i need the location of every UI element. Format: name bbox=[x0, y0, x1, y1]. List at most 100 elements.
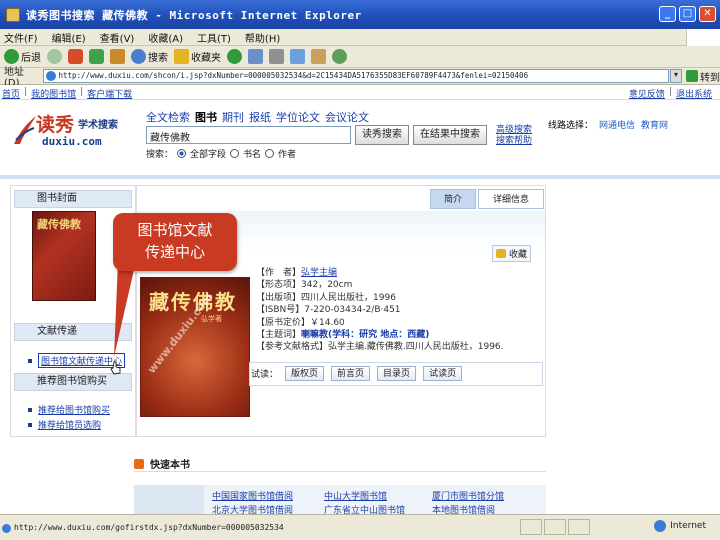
callout-bubble: 图书馆文献 传递中心 bbox=[113, 213, 237, 271]
tab-books[interactable]: 图书 bbox=[195, 109, 217, 125]
recommend-list: 推荐给图书馆购买 推荐给馆员选购 bbox=[28, 403, 110, 431]
menu-edit[interactable]: 编辑(E) bbox=[52, 30, 86, 45]
logo-domain: duxiu.com bbox=[42, 135, 102, 148]
top-nav: 首页 | 我的图书馆 | 客户端下载 意见反馈 | 退出系统 bbox=[0, 85, 720, 100]
library-link[interactable]: 广东省立中山图书馆 bbox=[324, 503, 405, 514]
tab-journals[interactable]: 期刊 bbox=[222, 109, 244, 125]
discuss-button[interactable] bbox=[311, 49, 326, 64]
recommend-purchase-link[interactable]: 推荐给图书馆购买 bbox=[38, 403, 110, 416]
menu-file[interactable]: 文件(F) bbox=[4, 30, 38, 45]
library-link[interactable]: 中山大学图书馆 bbox=[324, 489, 387, 502]
menu-bar: 文件(F) 编辑(E) 查看(V) 收藏(A) 工具(T) 帮助(H) bbox=[0, 29, 720, 46]
scope-author-radio[interactable] bbox=[265, 149, 275, 158]
mail-button[interactable] bbox=[248, 49, 263, 64]
book-metadata: 【作 者】弘学主编 【形态项】342，20cm 【出版项】四川人民出版社，199… bbox=[256, 267, 504, 354]
nav-home-link[interactable]: 首页 bbox=[2, 87, 20, 100]
nav-logout-link[interactable]: 退出系统 bbox=[676, 87, 712, 100]
duxiu-logo[interactable]: 读秀 学术搜索 duxiu.com bbox=[12, 110, 137, 150]
logo-subtitle: 学术搜索 bbox=[78, 120, 118, 131]
search-scope: 搜索： 全部字段 书名 作者 bbox=[146, 147, 296, 160]
tab-detail[interactable]: 详细信息 bbox=[478, 189, 544, 209]
cover-thumbnail[interactable]: 藏传佛教 bbox=[32, 211, 96, 301]
nav-feedback-link[interactable]: 意见反馈 bbox=[629, 87, 665, 100]
library-link[interactable]: 本地图书馆借阅 bbox=[432, 503, 495, 514]
search-button[interactable]: 搜索 bbox=[131, 49, 168, 64]
meta-row-isbn: 【ISBN号】7-220-03434-2/B·451 bbox=[256, 305, 401, 316]
page-content: 首页 | 我的图书馆 | 客户端下载 意见反馈 | 退出系统 读秀 学术搜索 d… bbox=[0, 85, 720, 514]
scope-title-label: 书名 bbox=[243, 150, 262, 160]
history-icon bbox=[227, 49, 242, 64]
minimize-button[interactable]: _ bbox=[659, 6, 676, 22]
copyright-page-button[interactable]: 版权页 bbox=[285, 366, 325, 381]
section-icon bbox=[134, 458, 144, 469]
address-bar: 地址(D) http://www.duxiu.com/shcon/i.jsp?d… bbox=[0, 67, 720, 89]
home-button[interactable] bbox=[110, 49, 125, 64]
close-button[interactable]: ✕ bbox=[699, 6, 716, 22]
library-link[interactable]: 中国国家图书馆借阅 bbox=[212, 489, 293, 502]
menu-help[interactable]: 帮助(H) bbox=[245, 30, 280, 45]
scope-all-radio[interactable] bbox=[177, 149, 187, 158]
address-dropdown[interactable]: ▾ bbox=[670, 69, 683, 83]
ie-app-icon bbox=[6, 7, 20, 22]
subject-link[interactable]: 喇嘛教(学科：研究 地点：西藏) bbox=[301, 330, 429, 340]
star-icon bbox=[174, 49, 189, 64]
search-input[interactable]: 藏传佛教 bbox=[146, 126, 351, 144]
author-link[interactable]: 弘学主编 bbox=[301, 268, 337, 278]
tab-fulltext[interactable]: 全文检索 bbox=[146, 109, 190, 125]
tab-conference[interactable]: 会议论文 bbox=[325, 109, 369, 125]
menu-view[interactable]: 查看(V) bbox=[100, 30, 135, 45]
favorites-button[interactable]: 收藏夹 bbox=[174, 49, 221, 64]
window-controls: _ □ ✕ bbox=[659, 6, 716, 22]
maximize-button[interactable]: □ bbox=[679, 6, 696, 22]
back-button[interactable]: 后退 bbox=[4, 49, 41, 64]
meta-row-citation: 【参考文献格式】弘学主编.藏传佛教.四川人民出版社，1996. bbox=[256, 342, 504, 353]
menu-tools[interactable]: 工具(T) bbox=[197, 30, 231, 45]
stop-button[interactable] bbox=[68, 49, 83, 64]
nav-my-library-link[interactable]: 我的图书馆 bbox=[31, 87, 76, 100]
history-button[interactable] bbox=[227, 49, 242, 64]
callout-line-1: 图书馆文献 bbox=[137, 221, 213, 239]
library-link[interactable]: 厦门市图书馆分馆 bbox=[432, 489, 504, 502]
toolbar: 后退 搜索 收藏夹 bbox=[0, 46, 720, 68]
toc-page-button[interactable]: 目录页 bbox=[377, 366, 417, 381]
menu-favorites[interactable]: 收藏(A) bbox=[148, 30, 183, 45]
go-button[interactable]: 转到 bbox=[686, 69, 720, 84]
meta-row-price: 【原书定价】￥14.60 bbox=[256, 317, 345, 328]
advanced-search-link[interactable]: 高级搜索 bbox=[496, 125, 532, 136]
search-help-link[interactable]: 搜索帮助 bbox=[496, 136, 532, 147]
window-title-bar: 读秀图书搜索 藏传佛教 - Microsoft Internet Explore… bbox=[0, 0, 720, 29]
tab-simple[interactable]: 简介 bbox=[430, 189, 476, 209]
logo-brand: 读秀 bbox=[36, 114, 75, 136]
page-icon bbox=[46, 71, 57, 81]
nav-client-download-link[interactable]: 客户端下载 bbox=[87, 87, 132, 100]
meta-row-physical: 【形态项】342，20cm bbox=[256, 280, 353, 291]
sample-page-button[interactable]: 试读页 bbox=[423, 366, 463, 381]
search-within-results-button[interactable]: 在结果中搜索 bbox=[413, 125, 487, 145]
route-edu-link[interactable]: 教育网 bbox=[641, 118, 668, 131]
edit-button[interactable] bbox=[290, 49, 305, 64]
scope-title-radio[interactable] bbox=[230, 149, 240, 158]
preview-label: 试读： bbox=[251, 370, 279, 380]
internet-zone-icon bbox=[654, 520, 667, 532]
tab-theses[interactable]: 学位论文 bbox=[276, 109, 320, 125]
preface-page-button[interactable]: 前言页 bbox=[331, 366, 371, 381]
tab-newspapers[interactable]: 报纸 bbox=[249, 109, 271, 125]
duxiu-search-button[interactable]: 读秀搜索 bbox=[355, 125, 409, 145]
forward-button[interactable] bbox=[47, 49, 62, 64]
messenger-button[interactable] bbox=[332, 49, 347, 64]
route-telecom-link[interactable]: 网通电信 bbox=[599, 118, 635, 131]
go-arrow-icon bbox=[686, 70, 699, 82]
cover-thumb-title: 藏传佛教 bbox=[37, 218, 81, 231]
address-input[interactable]: http://www.duxiu.com/shcon/i.jsp?dxNumbe… bbox=[43, 69, 670, 83]
route-label: 线路选择： bbox=[548, 121, 594, 131]
stop-icon bbox=[68, 49, 83, 64]
messenger-icon bbox=[332, 49, 347, 64]
library-link[interactable]: 北京大学图书馆借阅 bbox=[212, 503, 293, 514]
route-selector: 线路选择： 网通电信 教育网 bbox=[548, 118, 668, 131]
security-zone: Internet bbox=[654, 520, 706, 532]
recommend-staff-link[interactable]: 推荐给馆员选购 bbox=[38, 418, 101, 431]
favorite-button[interactable]: 收藏 bbox=[492, 245, 532, 262]
logo-swoosh-icon bbox=[14, 116, 36, 144]
refresh-button[interactable] bbox=[89, 49, 104, 64]
print-button[interactable] bbox=[269, 49, 284, 64]
